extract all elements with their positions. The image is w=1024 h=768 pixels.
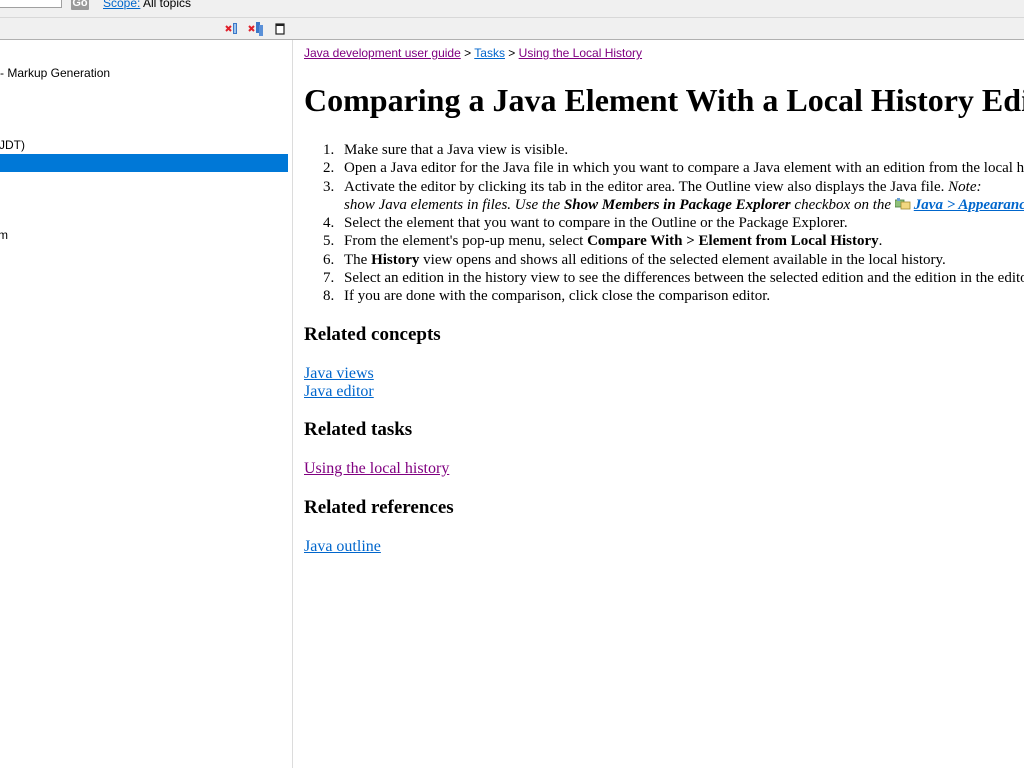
- list-item: 4. Select the element that you want to co…: [304, 214, 1024, 232]
- step-number: 1.: [323, 142, 335, 158]
- step-number: 5.: [323, 233, 335, 250]
- step-text: The: [344, 251, 372, 268]
- breadcrumb-separator: >: [508, 46, 516, 60]
- step-number: 3.: [323, 178, 335, 195]
- list-item: 2. Open a Java editor for the Java file i…: [304, 159, 1024, 177]
- step-text: .: [878, 233, 883, 250]
- content-toolbar: [293, 17, 1024, 40]
- help-content: Java development user guide > Tasks > Us…: [304, 40, 1024, 768]
- step-text: Open a Java editor for the Java file in …: [344, 160, 1024, 177]
- breadcrumb-link[interactable]: Java development user guide: [304, 46, 461, 60]
- list-item-continuation: show Java elements in files. Use the Sho…: [304, 196, 1024, 214]
- page-title: Comparing a Java Element With a Local Hi…: [304, 82, 1024, 118]
- step-number: 6.: [323, 251, 335, 268]
- steps-list: 1. Make sure that a Java view is visible.…: [304, 141, 1024, 306]
- list-item: 6. The History view opens and shows all e…: [304, 251, 1024, 269]
- related-link[interactable]: Java views: [304, 365, 374, 383]
- tree-item-selected[interactable]: [0, 154, 288, 172]
- step-bold: History: [371, 251, 420, 268]
- search-bar: Go Scope: All topics: [0, 0, 1024, 17]
- step-number: 8.: [323, 288, 335, 305]
- related-concepts-heading: Related concepts: [304, 324, 441, 345]
- tree-item[interactable]: - Markup Generation: [0, 66, 110, 80]
- tree-item[interactable]: JDT): [0, 138, 25, 152]
- step-number: 4.: [323, 215, 335, 232]
- step-bold: Compare With > Element from Local Histor…: [587, 233, 879, 250]
- toc-toolbar: [0, 17, 293, 40]
- list-item: 1. Make sure that a Java view is visible.: [304, 141, 1024, 159]
- step-text: From the element's pop-up menu, select: [344, 233, 588, 250]
- tree-item[interactable]: m: [0, 228, 8, 242]
- related-link[interactable]: Java editor: [304, 383, 374, 401]
- breadcrumb: Java development user guide > Tasks > Us…: [304, 46, 642, 60]
- step-text: Select an edition in the history view to…: [344, 270, 1024, 287]
- step-text: show Java elements in files. Use the: [344, 196, 564, 213]
- related-link[interactable]: Using the local history: [304, 460, 449, 478]
- remove-all-icon[interactable]: [248, 21, 266, 37]
- related-link[interactable]: Java outline: [304, 538, 381, 556]
- step-number: 2.: [323, 160, 335, 177]
- scope-value: All topics: [143, 0, 192, 10]
- search-input[interactable]: [0, 0, 62, 8]
- remove-bookmark-icon[interactable]: [224, 21, 242, 37]
- preferences-link[interactable]: Java > Appearance: [914, 197, 1024, 213]
- toc-tree[interactable]: - Markup Generation JDT) m: [0, 40, 293, 768]
- note-label: Note:: [948, 178, 982, 195]
- step-text: If you are done with the comparison, cli…: [344, 288, 771, 305]
- preferences-icon: [894, 197, 911, 210]
- step-text: Activate the editor by clicking its tab …: [344, 178, 945, 195]
- breadcrumb-link[interactable]: Using the Local History: [519, 46, 642, 60]
- step-text: view opens and shows all editions of the…: [419, 251, 946, 268]
- step-text: Select the element that you want to comp…: [344, 215, 848, 232]
- related-references-heading: Related references: [304, 497, 454, 518]
- go-button[interactable]: Go: [71, 0, 89, 10]
- scope-link[interactable]: Scope:: [103, 0, 140, 10]
- breadcrumb-separator: >: [464, 46, 472, 60]
- breadcrumb-link[interactable]: Tasks: [474, 46, 505, 60]
- maximize-icon[interactable]: [272, 21, 290, 37]
- related-tasks-heading: Related tasks: [304, 419, 413, 440]
- list-item: 3. Activate the editor by clicking its ta…: [304, 178, 1024, 196]
- step-number: 7.: [323, 270, 335, 287]
- step-bold: Show Members in Package Explorer: [563, 196, 791, 213]
- list-item: 8. If you are done with the comparison, c…: [304, 287, 1024, 305]
- list-item: 5. From the element's pop-up menu, select…: [304, 232, 1024, 250]
- step-text: Make sure that a Java view is visible.: [344, 142, 569, 158]
- step-text: checkbox on the: [790, 196, 895, 213]
- list-item: 7. Select an edition in the history view …: [304, 269, 1024, 287]
